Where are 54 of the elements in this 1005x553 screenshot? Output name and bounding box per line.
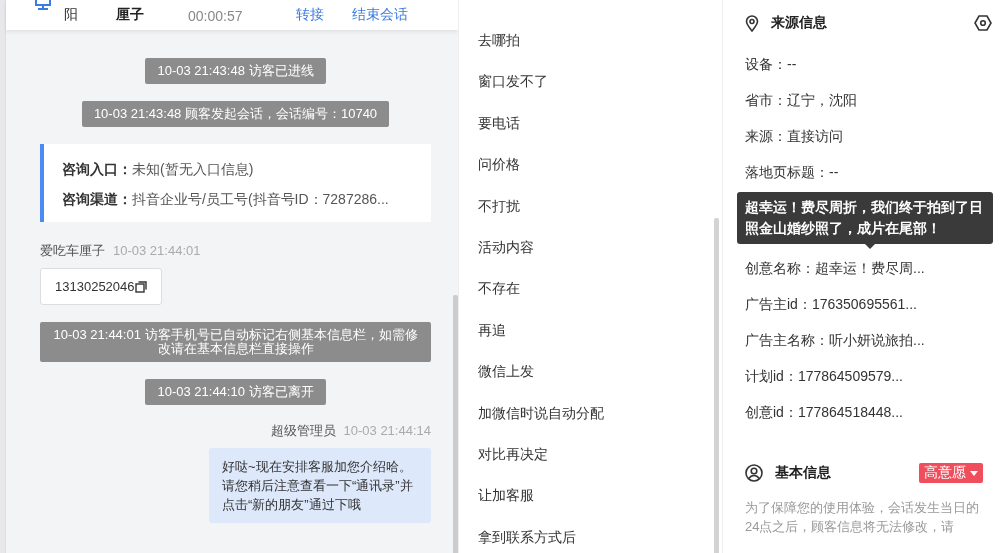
session-timer: 00:00:57 — [188, 8, 244, 24]
message-time: 10-03 21:44:14 — [343, 423, 431, 438]
visitor-name: 厘子 — [116, 6, 145, 24]
source-field: 省市：辽宁，沈阳 — [745, 82, 1005, 118]
source-field: 设备：-- — [745, 46, 1005, 82]
quick-reply-item[interactable]: 拿到联系方式后 — [459, 516, 722, 553]
hexagon-settings-icon[interactable] — [974, 14, 992, 32]
tooltip: 超幸运！费尽周折，我们终于拍到了日照金山婚纱照了，成片在尾部！ — [737, 192, 993, 244]
system-message: 10-03 21:43:48 顾客发起会话，会话编号：10740 — [81, 101, 390, 127]
header-link[interactable]: 转接 — [296, 6, 324, 24]
message-text: 13130252046 — [55, 279, 135, 294]
system-message: 10-03 21:44:10 访客已离开 — [145, 379, 326, 405]
quick-reply-item[interactable]: 不存在 — [459, 268, 722, 310]
source-field: 广告主id：176350695561... — [745, 286, 1005, 322]
source-field: 广告主名称：听小妍说旅拍... — [745, 322, 1005, 358]
sender-name: 爱吃车厘子 — [40, 243, 105, 258]
visitor-name-fragment: 阳 — [64, 6, 79, 24]
agent-message: 好哒~现在安排客服加您介绍哈。请您稍后注意查看一下“通讯录”并点击“新的朋友”通过下哦 — [209, 448, 431, 523]
quick-reply-item[interactable]: 加微信时说自动分配 — [459, 392, 722, 434]
quick-reply-item[interactable]: 活动内容 — [459, 226, 722, 269]
info-label: 咨询渠道： — [62, 191, 132, 207]
system-message: 10-03 21:43:48 访客已进线 — [145, 58, 326, 84]
quick-reply-item[interactable]: 再追 — [459, 309, 722, 352]
quick-reply-item[interactable]: 对比再决定 — [459, 433, 722, 476]
quick-reply-item[interactable]: 问价格 — [459, 144, 722, 186]
scrollbar[interactable] — [453, 295, 458, 553]
quick-reply-item[interactable]: 要电话 — [459, 102, 722, 145]
monitor-icon — [34, 0, 52, 10]
info-value: 未知(暂无入口信息) — [132, 161, 254, 177]
info-value: 抖音企业号/员工号(抖音号ID：7287286... — [132, 191, 389, 207]
quick-reply-item[interactable]: 不打扰 — [459, 185, 722, 227]
source-field: 创意id：177864518448... — [745, 394, 1005, 430]
quick-reply-item[interactable]: 让加客服 — [459, 475, 722, 517]
message-time: 10-03 21:44:01 — [113, 243, 201, 258]
source-field: 创意名称：超幸运！费尽周... — [745, 250, 1005, 286]
section-title: 来源信息 — [771, 14, 828, 32]
source-field: 来源：直接访问 — [745, 118, 1005, 154]
scrollbar[interactable] — [714, 218, 719, 553]
system-message: 10-03 21:44:01 访客手机号已自动标记右侧基本信息栏，如需修改请在基本信息栏直接操作 — [40, 322, 431, 362]
section-title: 基本信息 — [775, 464, 832, 482]
location-pin-icon — [745, 14, 759, 32]
source-field: 落地页标题：-- — [745, 154, 1005, 190]
sender-name: 超级管理员 — [270, 423, 336, 438]
quick-reply-item[interactable]: 窗口发不了 — [459, 61, 722, 103]
quick-reply-item[interactable]: 去哪拍 — [459, 20, 722, 62]
info-label: 咨询入口： — [62, 161, 132, 177]
notice-text: 为了保障您的使用体验，会话发生当日的24点之后，顾客信息将无法修改，请 — [745, 499, 980, 536]
quick-reply-item[interactable]: 微信上发 — [459, 351, 722, 393]
intent-dropdown[interactable]: 高意愿 — [919, 463, 983, 483]
source-field: 计划id：177864509579... — [745, 358, 1005, 394]
copy-icon[interactable] — [134, 280, 147, 293]
caret-icon — [970, 470, 978, 476]
header-link[interactable]: 结束会话 — [352, 6, 408, 24]
user-circle-icon — [745, 464, 763, 482]
